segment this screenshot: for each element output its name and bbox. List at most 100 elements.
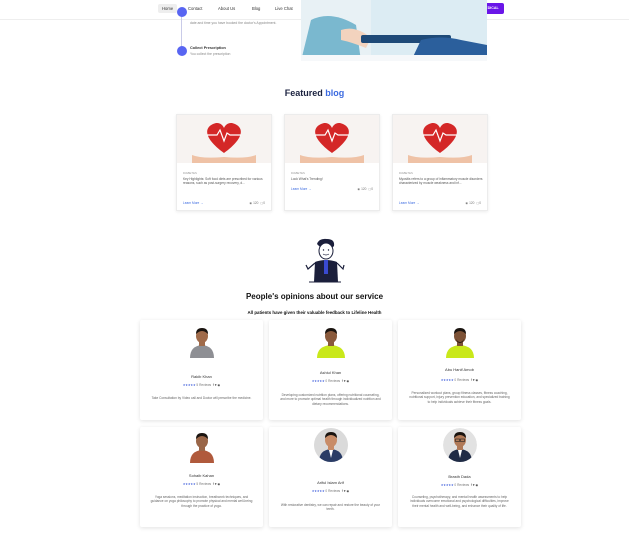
reviewer-name: Brasth Dada: [448, 474, 471, 479]
review-count: 0 Reviews: [325, 489, 341, 493]
eye-icon: ◉: [249, 201, 253, 205]
review-meta: ★★★★★ 0 Reviews f ♥ ◉: [398, 483, 521, 487]
blog-footer: Learn More → ◉ 120 ▢0: [399, 201, 481, 205]
star-rating-icon: ★★★★★: [182, 383, 196, 387]
review-meta: ★★★★★ 5 Reviews f ♥ ◉: [140, 482, 263, 486]
reviewer-name: Ariful Islam Arif: [317, 480, 344, 485]
arrow-right-icon: →: [200, 201, 204, 205]
review-text: Personalized workout plans, group fitnes…: [409, 391, 510, 404]
review-card: Abu Hanif Amob ★★★★★ 0 Reviews f ♥ ◉ Per…: [398, 320, 521, 420]
eye-icon: ◉: [357, 187, 361, 191]
review-meta: ★★★★★ 0 Reviews f ♥ ◉: [269, 379, 392, 383]
social-links-icon[interactable]: f ♥ ◉: [213, 383, 220, 387]
view-count: 120: [469, 201, 475, 205]
avatar: [185, 324, 219, 358]
learn-more-link[interactable]: Learn More →: [291, 187, 311, 191]
review-card: Ariful Islam Arif ★★★★★ 0 Reviews f ♥ ◉ …: [269, 427, 392, 527]
review-card: Rakib Khan ★★★★★ 5 Reviews f ♥ ◉ Take Co…: [140, 320, 263, 420]
review-card: Sohaib Kahan ★★★★★ 5 Reviews f ♥ ◉ Yoga …: [140, 427, 263, 527]
opinions-heading: People's opinions about our service: [245, 292, 384, 301]
learn-more-label: Learn More: [183, 201, 200, 205]
star-rating-icon: ★★★★★: [440, 483, 454, 487]
eye-icon: ◉: [465, 201, 469, 205]
shrugging-person-illustration: [305, 238, 345, 286]
timeline-step-text: date and time you have booked the doctor…: [190, 21, 277, 25]
heart-in-hands-image: [393, 115, 487, 163]
nav-contact[interactable]: Contact: [188, 6, 202, 11]
star-rating-icon: ★★★★★: [440, 378, 454, 382]
timeline-step-title: Collect Prescription: [190, 46, 226, 50]
reviewer-name: Ashiul Khan: [319, 370, 342, 375]
social-links-icon[interactable]: f ♥ ◉: [471, 378, 478, 382]
nav-about-us[interactable]: About Us: [218, 6, 235, 11]
nav-home[interactable]: Home: [158, 4, 178, 13]
social-links-icon[interactable]: f ♥ ◉: [342, 489, 349, 493]
timeline-dot-icon: [177, 7, 187, 17]
social-links-icon[interactable]: f ♥ ◉: [213, 482, 220, 486]
nav-live-chat[interactable]: Live Chat: [275, 6, 293, 11]
comment-count: 0: [263, 201, 265, 205]
nav-blog[interactable]: Blog: [252, 6, 260, 11]
learn-more-label: Learn More: [291, 187, 308, 191]
blog-description: Key Highlights: Soft food diets are pres…: [183, 177, 263, 186]
arrow-right-icon: →: [416, 201, 420, 205]
blog-card[interactable]: DIABETES Key Highlights: Soft food diets…: [176, 114, 272, 211]
review-text: Developing customized nutrition plans, o…: [280, 393, 381, 406]
star-rating-icon: ★★★★★: [182, 482, 196, 486]
view-count: 120: [361, 187, 367, 191]
blog-description: Look What's Trending!: [291, 177, 323, 181]
timeline-dot-icon: [177, 46, 187, 56]
blog-stats: ◉ 120 ▢0: [249, 201, 265, 205]
reviewer-name: Rakib Khan: [191, 374, 212, 379]
star-rating-icon: ★★★★★: [311, 379, 325, 383]
avatar: [443, 428, 477, 462]
avatar: [185, 429, 219, 463]
social-links-icon[interactable]: f ♥ ◉: [342, 379, 349, 383]
blog-category: DIABETES: [291, 171, 305, 175]
heart-in-hands-image: [177, 115, 271, 163]
blog-stats: ◉ 120 ▢0: [357, 187, 373, 191]
blog-card[interactable]: DIABETES Myositis refers to a group of i…: [392, 114, 488, 211]
review-text: Take Consultation by Video call and Doct…: [151, 396, 252, 400]
featured-blog-title-accent: blog: [325, 88, 345, 98]
opinions-subheading: All patients have given their valuable f…: [247, 310, 382, 315]
review-text: Counseling, psychotherapy, and mental he…: [410, 495, 509, 508]
featured-blog-heading: Featured blog: [0, 88, 629, 98]
avatar: [314, 324, 348, 358]
learn-more-link[interactable]: Learn More →: [183, 201, 203, 205]
reviewer-name: Abu Hanif Amob: [445, 367, 474, 372]
learn-more-link[interactable]: Learn More →: [399, 201, 419, 205]
arrow-right-icon: →: [308, 187, 312, 191]
comment-count: 0: [371, 187, 373, 191]
review-count: 5 Reviews: [196, 383, 212, 387]
blog-category: DIABETES: [183, 171, 197, 175]
review-card: Ashiul Khan ★★★★★ 0 Reviews f ♥ ◉ Develo…: [269, 320, 392, 420]
heart-in-hands-image: [285, 115, 379, 163]
social-links-icon[interactable]: f ♥ ◉: [471, 483, 478, 487]
featured-blog-title-main: Featured: [284, 88, 323, 98]
review-card: Brasth Dada ★★★★★ 0 Reviews f ♥ ◉ Counse…: [398, 427, 521, 527]
blog-footer: Learn More → ◉ 120 ▢0: [183, 201, 265, 205]
review-count: 5 Reviews: [196, 482, 212, 486]
reviewer-name: Sohaib Kahan: [188, 473, 215, 478]
blog-stats: ◉ 120 ▢0: [465, 201, 481, 205]
avatar: [314, 428, 348, 462]
comment-count: 0: [479, 201, 481, 205]
star-rating-icon: ★★★★★: [311, 489, 325, 493]
learn-more-label: Learn More: [399, 201, 416, 205]
blog-footer: Learn More → ◉ 120 ▢0: [291, 187, 373, 191]
blog-category: DIABETES: [399, 171, 413, 175]
doctor-consultation-image: [301, 0, 487, 61]
timeline-step-text: You collect the prescription: [190, 52, 231, 56]
view-count: 120: [253, 201, 259, 205]
review-meta: ★★★★★ 5 Reviews f ♥ ◉: [140, 383, 263, 387]
review-count: 0 Reviews: [454, 483, 470, 487]
blog-description: Myositis refers to a group of inflammato…: [399, 177, 483, 186]
blog-card[interactable]: DIABETES Look What's Trending! Learn Mor…: [284, 114, 380, 211]
review-count: 0 Reviews: [325, 379, 341, 383]
review-meta: ★★★★★ 0 Reviews f ♥ ◉: [398, 378, 521, 382]
review-text: Yoga sessions, meditation instruction, b…: [150, 495, 253, 508]
review-text: With restorative dentistry, we can repai…: [280, 503, 381, 512]
review-count: 0 Reviews: [454, 378, 470, 382]
review-meta: ★★★★★ 0 Reviews f ♥ ◉: [269, 489, 392, 493]
